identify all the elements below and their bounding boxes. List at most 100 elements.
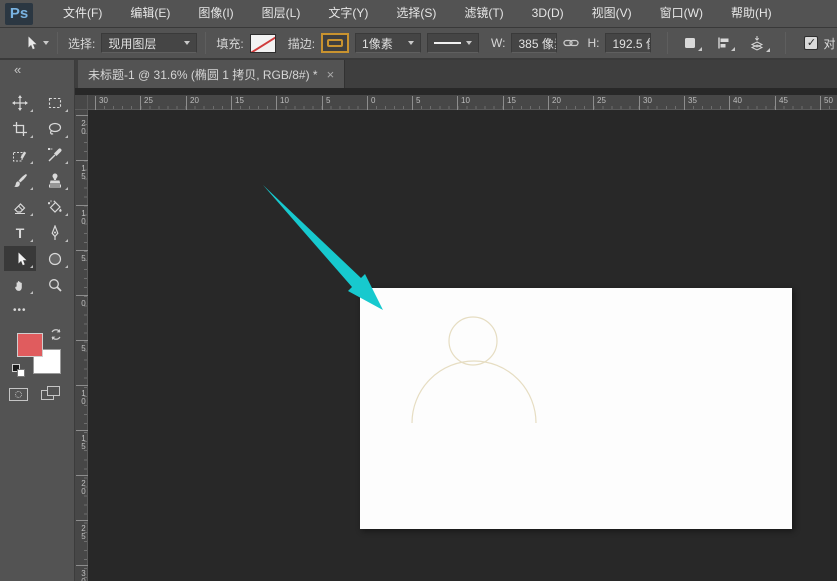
shape-height-field[interactable]: 192.5 像素 bbox=[605, 33, 652, 53]
menu-item-filter[interactable]: 滤镜(T) bbox=[450, 0, 517, 27]
head-circle-shape bbox=[448, 316, 498, 366]
document-tab-title: 未标题-1 @ 31.6% (椭圆 1 拷贝, RGB/8#) * bbox=[88, 67, 318, 82]
screen-mode-button[interactable] bbox=[41, 386, 61, 402]
menu-item-file[interactable]: 文件(F) bbox=[49, 0, 116, 27]
document-canvas[interactable] bbox=[360, 288, 792, 529]
lasso-tool[interactable] bbox=[39, 116, 71, 141]
chevron-down-icon bbox=[184, 41, 191, 45]
menu-item-select[interactable]: 选择(S) bbox=[382, 0, 450, 27]
menu-bar: Ps 文件(F) 编辑(E) 图像(I) 图层(L) 文字(Y) 选择(S) 滤… bbox=[0, 0, 837, 28]
canvas-workspace[interactable]: 30 25 20 15 10 5 0 5 10 15 20 25 30 35 4… bbox=[75, 88, 837, 581]
eyedropper-tool[interactable] bbox=[39, 142, 71, 167]
brush-icon bbox=[14, 173, 27, 187]
flyout-triangle-icon bbox=[766, 47, 771, 52]
type-icon: T bbox=[15, 225, 24, 241]
stroke-swatch[interactable] bbox=[321, 33, 350, 53]
height-label: H: bbox=[587, 36, 600, 50]
path-selection-icon bbox=[18, 252, 27, 265]
flyout-triangle-icon bbox=[65, 187, 69, 190]
chevron-down-icon bbox=[408, 41, 415, 45]
flyout-triangle-icon bbox=[29, 291, 33, 294]
ruler-label: 5 bbox=[76, 250, 88, 262]
paint-bucket-tool[interactable] bbox=[39, 194, 71, 219]
divider bbox=[785, 32, 787, 54]
menu-item-type[interactable]: 文字(Y) bbox=[314, 0, 382, 27]
eraser-icon bbox=[13, 202, 26, 214]
document-tab[interactable]: 未标题-1 @ 31.6% (椭圆 1 拷贝, RGB/8#) * × bbox=[78, 60, 346, 88]
hand-icon bbox=[14, 280, 22, 291]
flyout-triangle-icon bbox=[29, 187, 33, 190]
flyout-triangle-icon bbox=[29, 265, 33, 268]
ruler-label: 45 bbox=[775, 96, 788, 110]
close-tab-icon[interactable]: × bbox=[327, 67, 335, 82]
quick-mask-button[interactable] bbox=[9, 388, 28, 401]
pen-tool[interactable] bbox=[39, 220, 71, 245]
menu-item-window[interactable]: 窗口(W) bbox=[646, 0, 717, 27]
marquee-icon bbox=[49, 97, 62, 108]
flyout-triangle-icon bbox=[29, 239, 33, 242]
lasso-icon bbox=[49, 122, 62, 135]
path-alignment-button[interactable] bbox=[716, 36, 736, 51]
quick-selection-tool[interactable] bbox=[4, 142, 36, 167]
swap-colors-icon[interactable] bbox=[49, 328, 63, 341]
menu-item-image[interactable]: 图像(I) bbox=[184, 0, 247, 27]
clone-stamp-tool[interactable] bbox=[39, 168, 71, 193]
brush-tool[interactable] bbox=[4, 168, 36, 193]
marquee-tool[interactable] bbox=[39, 90, 71, 115]
eraser-tool[interactable] bbox=[4, 194, 36, 219]
move-icon bbox=[11, 94, 28, 111]
zoom-tool[interactable] bbox=[39, 272, 71, 297]
ellipse-shape-tool[interactable] bbox=[39, 246, 71, 271]
photoshop-window: Ps 文件(F) 编辑(E) 图像(I) 图层(L) 文字(Y) 选择(S) 滤… bbox=[0, 0, 837, 581]
ruler-label: 0 bbox=[367, 96, 375, 110]
screen-mode-icon bbox=[47, 386, 60, 396]
stroke-width-dropdown[interactable]: 1像素 bbox=[355, 33, 422, 53]
divider bbox=[667, 32, 669, 54]
ruler-label: 15 bbox=[231, 96, 244, 110]
chevron-down-icon bbox=[466, 41, 473, 45]
menu-item-help[interactable]: 帮助(H) bbox=[717, 0, 786, 27]
top-ruler[interactable]: 30 25 20 15 10 5 0 5 10 15 20 25 30 35 4… bbox=[88, 95, 837, 110]
menu-item-edit[interactable]: 编辑(E) bbox=[116, 0, 184, 27]
ruler-label: 25 bbox=[593, 96, 606, 110]
divider bbox=[57, 32, 58, 54]
ruler-label: 25 bbox=[140, 96, 153, 110]
default-colors-icon[interactable] bbox=[12, 364, 26, 378]
type-tool[interactable]: T bbox=[4, 220, 36, 245]
more-tools-button[interactable]: ••• bbox=[4, 298, 36, 323]
move-tool[interactable] bbox=[4, 90, 36, 115]
menu-item-layer[interactable]: 图层(L) bbox=[248, 0, 315, 27]
crop-icon bbox=[12, 121, 27, 136]
fill-swatch[interactable] bbox=[249, 33, 276, 53]
ruler-label: 5 bbox=[412, 96, 420, 110]
current-tool-preset[interactable] bbox=[22, 35, 49, 51]
ruler-label: 10 bbox=[457, 96, 470, 110]
flyout-triangle-icon bbox=[29, 213, 33, 216]
menu-item-3d[interactable]: 3D(D) bbox=[518, 0, 578, 27]
flyout-triangle-icon bbox=[29, 161, 33, 164]
stroke-color-icon bbox=[327, 39, 344, 47]
collapse-panel-button[interactable]: « bbox=[14, 62, 21, 77]
width-label: W: bbox=[491, 36, 506, 50]
stroke-label: 描边: bbox=[287, 36, 316, 51]
flyout-triangle-icon bbox=[731, 47, 736, 51]
shape-width-field[interactable]: 385 像素 bbox=[511, 33, 558, 53]
left-ruler[interactable]: 20 15 10 5 0 5 10 15 20 25 30 bbox=[75, 110, 88, 581]
path-selection-tool-selected[interactable] bbox=[3, 246, 36, 271]
stroke-type-dropdown[interactable] bbox=[427, 33, 480, 53]
body-arc-shape bbox=[411, 360, 537, 424]
hand-tool[interactable] bbox=[4, 272, 36, 297]
ruler-label: 5 bbox=[76, 340, 88, 352]
flyout-triangle-icon bbox=[65, 239, 69, 242]
foreground-color-swatch[interactable] bbox=[17, 333, 43, 357]
align-edges-checkbox[interactable]: ✓ bbox=[804, 36, 819, 50]
path-arrangement-button[interactable] bbox=[749, 35, 771, 52]
eyedropper-icon bbox=[48, 147, 62, 161]
link-dimensions-icon[interactable] bbox=[563, 37, 580, 49]
quick-selection-icon bbox=[12, 151, 26, 161]
select-mode-dropdown[interactable]: 现用图层 bbox=[101, 33, 198, 53]
menu-item-view[interactable]: 视图(V) bbox=[578, 0, 646, 27]
path-operations-button[interactable] bbox=[683, 36, 703, 51]
solid-line-icon bbox=[434, 42, 462, 44]
crop-tool[interactable] bbox=[4, 116, 36, 141]
